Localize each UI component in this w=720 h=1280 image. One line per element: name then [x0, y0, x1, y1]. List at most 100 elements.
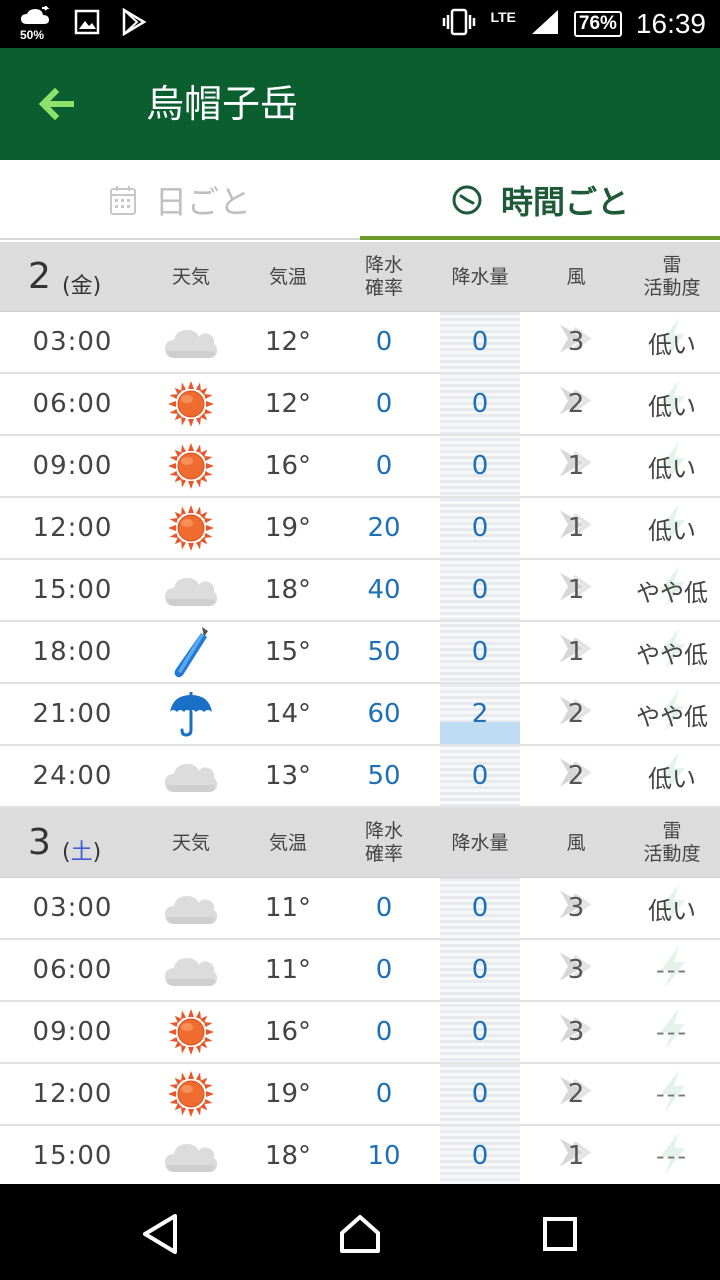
row-thunder: 低い	[624, 436, 720, 496]
row-precip-amount: 0	[471, 513, 489, 543]
col-thunder-header-text: 活動度	[643, 277, 701, 299]
col-temperature-header: 気温	[240, 808, 336, 878]
col-precip-probability-header-text: 降水	[364, 254, 403, 276]
col-thunder-header-text: 雷	[662, 254, 682, 276]
col-temperature-header-text: 気温	[268, 831, 307, 854]
row-thunder: 低い	[624, 312, 720, 372]
wind-speed: 1	[567, 451, 585, 481]
row-precip-amount: 0	[471, 327, 489, 357]
forecast-row[interactable]: 06:00 11° 0 0 3 ---	[0, 940, 720, 1002]
forecast-row[interactable]: 06:00 12° 0 0 2 低い	[0, 374, 720, 436]
weekday-label: 土	[70, 840, 93, 865]
row-precip-amount: 0	[471, 451, 489, 481]
row-temperature: 18°	[264, 1141, 312, 1171]
image-icon	[74, 9, 100, 39]
row-wind: 3	[528, 312, 624, 372]
thunder-level: 低い	[648, 896, 696, 925]
tab-hourly-label: 時間ごと	[500, 183, 629, 221]
row-wind: 2	[528, 746, 624, 806]
row-wind: 3	[528, 1002, 624, 1062]
forecast-row[interactable]: 12:00 19° 0 0 2 ---	[0, 1064, 720, 1126]
row-temperature: 14°	[264, 699, 312, 729]
forecast-row[interactable]: 03:00 12° 0 0 3 低い	[0, 312, 720, 374]
forecast-row[interactable]: 18:00 15° 50 0 1 やや低	[0, 622, 720, 684]
col-precip-probability-header-text: 確率	[364, 843, 403, 865]
page-title: 烏帽子岳	[146, 82, 299, 126]
nav-home-button[interactable]	[332, 1206, 388, 1262]
row-wind: 2	[528, 684, 624, 744]
row-thunder: やや低	[624, 622, 720, 682]
wind-speed: 3	[567, 893, 585, 923]
thunder-level: 低い	[648, 516, 696, 545]
row-thunder: 低い	[624, 374, 720, 434]
wind-speed: 3	[567, 327, 585, 357]
status-bar: 50% LTE 76% 16:39	[0, 0, 720, 48]
navigation-bar	[0, 1184, 720, 1280]
nav-recents-icon	[543, 1217, 577, 1251]
row-time: 18:00	[32, 637, 113, 667]
wind-speed: 1	[567, 637, 585, 667]
wind-speed: 2	[567, 389, 585, 419]
vibrate-icon	[442, 8, 476, 40]
thunder-level: 低い	[648, 392, 696, 421]
row-wind: 1	[528, 436, 624, 496]
row-wind: 3	[528, 940, 624, 1000]
col-thunder-header: 雷活動度	[624, 808, 720, 878]
row-temperature: 16°	[264, 1017, 312, 1047]
wind-speed: 2	[567, 761, 585, 791]
sun-icon	[145, 498, 237, 558]
row-precip-probability: 0	[375, 389, 393, 419]
col-temperature-header-text: 気温	[268, 265, 307, 288]
status-system: LTE 76% 16:39	[442, 0, 706, 48]
col-wind-header: 風	[528, 808, 624, 878]
weather-percent: 50%	[20, 28, 45, 42]
back-arrow-icon	[38, 87, 74, 121]
back-button[interactable]	[30, 78, 82, 130]
row-thunder: ---	[624, 1126, 720, 1184]
status-notifications: 50%	[18, 5, 148, 42]
forecast-row[interactable]: 15:00 18° 10 0 1 ---	[0, 1126, 720, 1184]
row-precip-amount: 0	[471, 1141, 489, 1171]
forecast-row[interactable]: 09:00 16° 0 0 1 低い	[0, 436, 720, 498]
clock-icon	[452, 185, 482, 215]
hourly-forecast-table[interactable]: 2 (金) 天気 気温 降水 確率 降水量風雷活動度 03:00 12° 0 0 3 低い 06:00 12…	[0, 242, 720, 1184]
dow-close-paren: )	[92, 840, 102, 865]
day-of-week: (土)	[62, 834, 101, 866]
row-time: 24:00	[32, 761, 113, 791]
cloud-icon	[145, 746, 237, 806]
forecast-row[interactable]: 15:00 18° 40 0 1 やや低	[0, 560, 720, 622]
clock: 16:39	[635, 8, 706, 39]
wind-speed: 1	[567, 1141, 585, 1171]
forecast-row[interactable]: 12:00 19° 20 0 1 低い	[0, 498, 720, 560]
row-time: 06:00	[32, 955, 113, 985]
forecast-row[interactable]: 21:00 14° 60 2 2 やや低	[0, 684, 720, 746]
col-wind-header: 風	[528, 242, 624, 312]
cloud-icon	[145, 940, 237, 1000]
row-thunder: 低い	[624, 878, 720, 938]
thunder-level: ---	[656, 1142, 688, 1170]
day-of-week: (金)	[62, 268, 101, 300]
row-wind: 3	[528, 878, 624, 938]
row-precip-probability: 60	[367, 699, 401, 729]
thunder-level: 低い	[648, 454, 696, 483]
forecast-row[interactable]: 09:00 16° 0 0 3 ---	[0, 1002, 720, 1064]
row-precip-probability: 0	[375, 327, 393, 357]
col-wind-header-text: 風	[566, 831, 586, 854]
thunder-level: やや低	[636, 702, 708, 731]
thunder-level: やや低	[636, 578, 708, 607]
forecast-row[interactable]: 03:00 11° 0 0 3 低い	[0, 878, 720, 940]
wind-speed: 1	[567, 513, 585, 543]
row-precip-amount: 0	[471, 893, 489, 923]
tab-hourly[interactable]: 時間ごと	[360, 160, 720, 240]
row-thunder: 低い	[624, 746, 720, 806]
wind-speed: 3	[567, 955, 585, 985]
nav-back-button[interactable]	[132, 1206, 188, 1262]
tab-daily[interactable]: 日ごと	[0, 160, 360, 240]
col-weather-header-text: 天気	[171, 265, 210, 288]
row-precip-probability: 50	[367, 637, 401, 667]
row-precip-probability: 20	[367, 513, 401, 543]
nav-recents-button[interactable]	[532, 1206, 588, 1262]
forecast-row[interactable]: 24:00 13° 50 0 2 低い	[0, 746, 720, 808]
row-precip-amount: 0	[471, 955, 489, 985]
row-time: 06:00	[32, 389, 113, 419]
